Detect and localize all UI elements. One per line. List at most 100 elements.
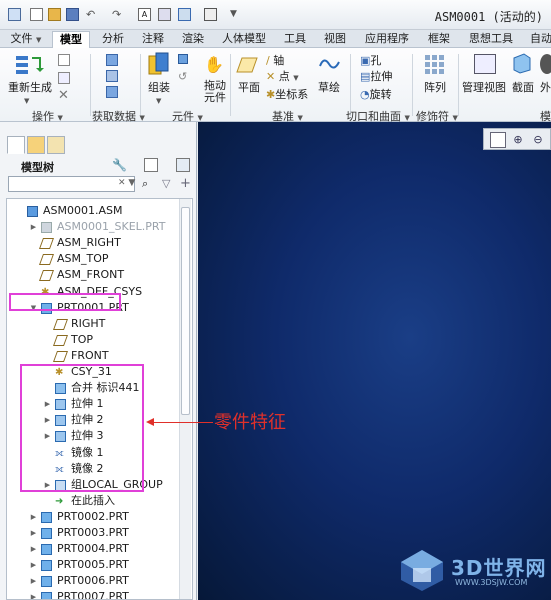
tab-auto[interactable]: 自动 — [526, 31, 551, 48]
folder-browser-tab-icon[interactable] — [27, 136, 45, 154]
get-data-icon-2[interactable] — [106, 70, 118, 82]
tree-item[interactable]: TOP — [7, 332, 179, 348]
annotation-arrow-head-icon — [146, 418, 154, 426]
tab-file[interactable]: 文件 ▼ — [4, 31, 48, 48]
tree-item[interactable]: ▶ PRT0005.PRT — [7, 557, 179, 573]
undo-icon[interactable]: ↶ — [86, 8, 99, 21]
appearance-icon[interactable] — [540, 54, 551, 74]
get-data-icon-3[interactable] — [106, 86, 118, 98]
tree-item[interactable]: ▶ PRT0006.PRT — [7, 573, 179, 589]
tree-item[interactable]: ▶ ASM0001_SKEL.PRT — [7, 219, 179, 235]
tree-item[interactable]: ▶ PRT0002.PRT — [7, 509, 179, 525]
tab-render[interactable]: 渲染 — [176, 31, 210, 48]
axis-button[interactable]: / 轴 — [266, 52, 284, 68]
filter-icon[interactable]: ▽ — [162, 177, 170, 190]
drag-components-button[interactable]: 拖动 元件 — [202, 80, 228, 104]
print-icon[interactable] — [204, 8, 217, 21]
model-tree-tab-icon[interactable] — [7, 136, 25, 154]
expand-toggle-icon[interactable]: ▶ — [29, 573, 38, 589]
tab-view[interactable]: 视图 — [318, 31, 352, 48]
tab-think-tools[interactable]: 思想工具 — [462, 31, 520, 48]
new-file-icon[interactable] — [30, 8, 43, 21]
pattern-icon[interactable] — [424, 54, 444, 74]
open-file-icon[interactable] — [48, 8, 61, 21]
zoom-out-icon[interactable]: ⊖ — [530, 132, 546, 148]
extrude-button[interactable]: ▤拉伸 — [360, 68, 392, 84]
expand-toggle-icon[interactable]: ▶ — [29, 557, 38, 573]
tree-item[interactable]: ASM0001.ASM — [7, 203, 179, 219]
component-repeat-icon[interactable]: ↺ — [178, 70, 187, 83]
tab-analysis[interactable]: 分析 — [96, 31, 130, 48]
paste-icon[interactable] — [58, 72, 70, 84]
get-data-icon-1[interactable] — [106, 54, 118, 66]
section-icon[interactable] — [512, 52, 532, 74]
tab-framework[interactable]: 框架 — [422, 31, 456, 48]
sketch-button[interactable]: 草绘 — [318, 82, 340, 94]
appearance-button[interactable]: 外 — [540, 82, 551, 94]
expand-toggle-icon[interactable]: ▶ — [29, 525, 38, 541]
point-button[interactable]: ✕ 点 ▼ — [266, 68, 299, 84]
tree-item[interactable]: RIGHT — [7, 316, 179, 332]
manage-views-button[interactable]: 管理视图 — [462, 82, 506, 94]
watermark: 3D世界网 WWW.3DSJW.COM — [397, 548, 547, 592]
graphics-viewport[interactable]: ⊕ ⊖ 3D世界网 WWW.3DSJW.COM — [198, 122, 551, 600]
customize-toolbar-icon[interactable]: ▼ — [230, 8, 243, 21]
tree-item[interactable]: ▶ PRT0004.PRT — [7, 541, 179, 557]
hole-button[interactable]: ▣孔 — [360, 52, 381, 68]
assemble-icon[interactable] — [148, 52, 170, 78]
manage-views-icon[interactable] — [474, 54, 496, 74]
save-icon[interactable] — [66, 8, 79, 21]
favorites-tab-icon[interactable] — [47, 136, 65, 154]
redo-icon[interactable]: ↷ — [112, 8, 125, 21]
add-icon[interactable]: + — [180, 176, 191, 191]
binoculars-icon[interactable]: ⌕ — [142, 177, 148, 191]
expand-toggle-icon[interactable]: ▶ — [29, 219, 38, 235]
component-op-icon[interactable] — [178, 54, 188, 64]
tree-scroll-thumb[interactable] — [181, 207, 190, 415]
regenerate-button[interactable]: 重新生成 — [8, 82, 52, 94]
tab-model[interactable]: 模型 — [52, 31, 90, 48]
drag-components-icon[interactable]: ✋ — [204, 54, 224, 76]
tab-annotate[interactable]: 注释 — [136, 31, 170, 48]
regenerate-icon[interactable] — [14, 52, 44, 78]
tree-columns-icon[interactable] — [176, 158, 190, 172]
tree-item[interactable]: FRONT — [7, 348, 179, 364]
regenerate-quick-icon[interactable]: A — [138, 8, 151, 21]
expand-toggle-icon[interactable]: ▶ — [29, 509, 38, 525]
assemble-button[interactable]: 组装 — [148, 82, 170, 94]
refit-icon[interactable] — [490, 132, 506, 148]
plane-button[interactable]: 平面 — [238, 82, 260, 94]
model-tree-search-input[interactable] — [8, 176, 135, 192]
tab-tools[interactable]: 工具 — [278, 31, 312, 48]
expand-toggle-icon[interactable]: ▶ — [29, 541, 38, 557]
tree-item[interactable]: ▶ PRT0003.PRT — [7, 525, 179, 541]
pattern-button[interactable]: 阵列 — [424, 82, 446, 94]
delete-icon[interactable]: ✕ — [58, 88, 69, 103]
tree-item[interactable]: ▶ PRT0007.PRT — [7, 589, 179, 599]
revolve-button[interactable]: ◔旋转 — [360, 86, 392, 102]
zoom-in-icon[interactable]: ⊕ — [510, 132, 526, 148]
tree-item[interactable]: ASM_TOP — [7, 251, 179, 267]
tree-item[interactable]: ASM_FRONT — [7, 267, 179, 283]
tree-item[interactable]: ASM_RIGHT — [7, 235, 179, 251]
copy-icon[interactable] — [58, 54, 70, 66]
tab-human-model[interactable]: 人体模型 — [216, 31, 272, 48]
tree-show-icon[interactable] — [144, 158, 158, 172]
part-icon — [41, 511, 52, 523]
regenerate-dropdown-icon[interactable]: ▼ — [24, 95, 29, 107]
tree-settings-icon[interactable]: 🔧 — [112, 158, 127, 172]
tree-item[interactable]: ➜ 在此插入 — [7, 493, 179, 509]
section-button[interactable]: 截面 — [512, 82, 534, 94]
plane-icon[interactable] — [236, 56, 258, 74]
app-menu-icon[interactable] — [8, 8, 21, 21]
csys-button[interactable]: ✱坐标系 — [266, 86, 308, 102]
close-window-icon[interactable] — [178, 8, 191, 21]
expand-toggle-icon[interactable]: ▶ — [29, 589, 38, 599]
tab-applications[interactable]: 应用程序 — [358, 31, 416, 48]
tree-scrollbar[interactable] — [179, 199, 191, 599]
window-icon[interactable] — [158, 8, 171, 21]
assemble-dropdown-icon[interactable]: ▼ — [156, 95, 161, 107]
sketch-icon[interactable] — [318, 54, 340, 74]
clear-search-icon[interactable]: ✕ ▼ — [118, 178, 135, 188]
tree-item-label: PRT0004.PRT — [57, 542, 129, 556]
